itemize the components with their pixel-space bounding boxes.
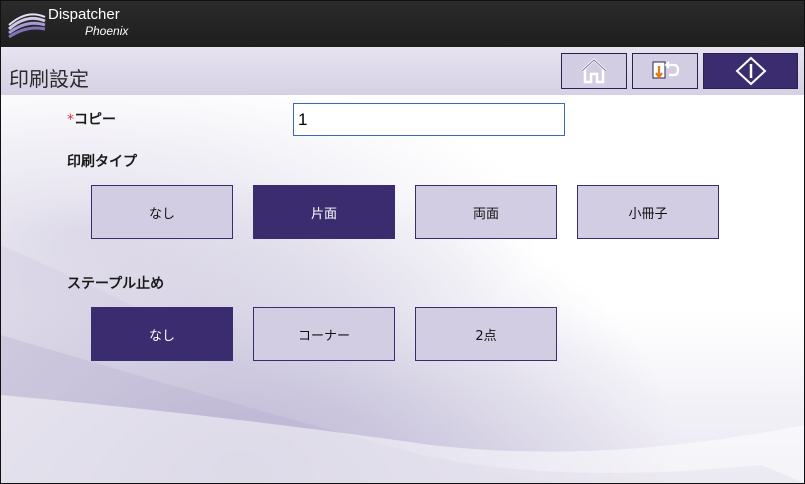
print-type-booklet-button[interactable]: 小冊子 — [577, 185, 719, 239]
copies-label-text: コピー — [74, 112, 116, 128]
start-diamond-icon — [735, 56, 766, 86]
home-icon — [581, 58, 607, 84]
staple-label: ステープル止め — [67, 276, 165, 292]
dispatcher-logo-icon — [8, 13, 46, 39]
staple-two-point-button[interactable]: 2点 — [415, 307, 557, 361]
copies-input[interactable] — [293, 103, 565, 136]
start-button[interactable] — [703, 53, 798, 89]
page-title: 印刷設定 — [9, 67, 89, 91]
back-button[interactable] — [632, 53, 698, 89]
print-type-simplex-button[interactable]: 片面 — [253, 185, 395, 239]
brand-name: Dispatcher — [48, 6, 120, 23]
home-button[interactable] — [561, 53, 627, 89]
app-frame: Dispatcher Phoenix 印刷設定 *コピー 1 印刷タイプ なし … — [0, 0, 805, 484]
brand-subtitle: Phoenix — [85, 24, 129, 38]
title-bar: 印刷設定 — [1, 47, 804, 95]
copies-label: *コピー — [67, 109, 116, 129]
print-type-duplex-button[interactable]: 両面 — [415, 185, 557, 239]
print-type-label: 印刷タイプ — [67, 154, 137, 170]
print-type-none-button[interactable]: なし — [91, 185, 233, 239]
top-bar: Dispatcher Phoenix — [1, 1, 804, 47]
staple-none-button[interactable]: なし — [91, 307, 233, 361]
staple-corner-button[interactable]: コーナー — [253, 307, 395, 361]
required-mark: * — [67, 112, 74, 128]
return-icon — [652, 61, 680, 79]
